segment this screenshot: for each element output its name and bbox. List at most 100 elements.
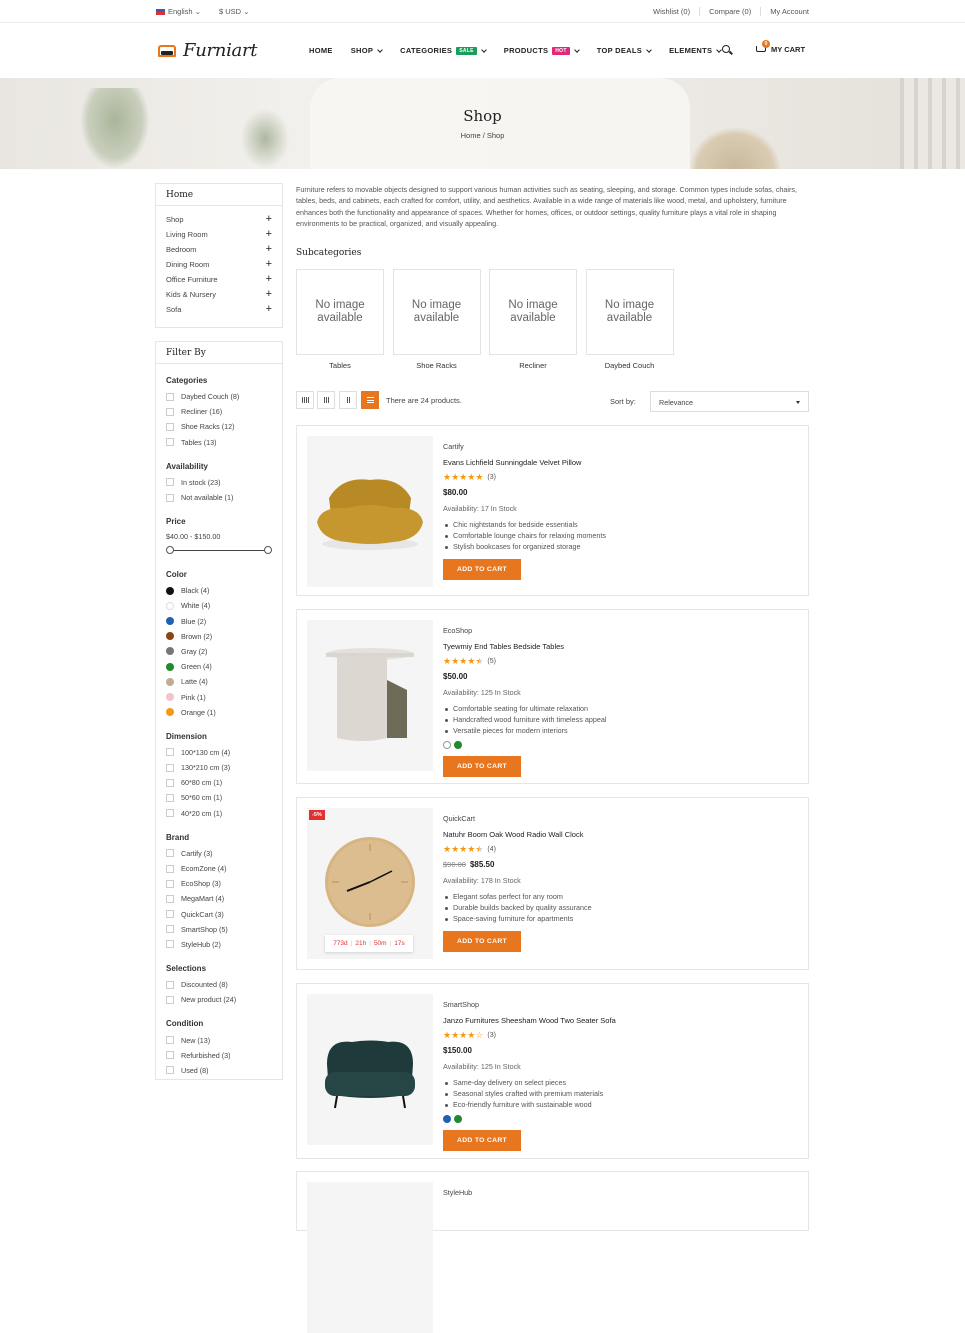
filter-option[interactable]: StyleHub (2) bbox=[166, 937, 272, 952]
filter-option[interactable]: Used (8) bbox=[166, 1063, 272, 1078]
add-to-cart-button[interactable]: ADD TO CART bbox=[443, 559, 521, 580]
sidebar-category-item[interactable]: Dining Room + bbox=[166, 257, 272, 272]
filter-option[interactable]: Brown (2) bbox=[166, 629, 272, 644]
filter-checkbox[interactable] bbox=[166, 493, 174, 502]
filter-option[interactable]: 130*210 cm (3) bbox=[166, 760, 272, 775]
filter-checkbox[interactable] bbox=[166, 864, 174, 873]
filter-option[interactable]: New (13) bbox=[166, 1032, 272, 1047]
product-name[interactable]: Janzo Furnitures Sheesham Wood Two Seate… bbox=[443, 1016, 793, 1025]
add-to-cart-button[interactable]: ADD TO CART bbox=[443, 931, 521, 952]
sidebar-category-item[interactable]: Office Furniture + bbox=[166, 272, 272, 287]
my-account-link[interactable]: My Account bbox=[761, 7, 809, 16]
currency-selector[interactable]: $ USD ⌄ bbox=[219, 7, 249, 16]
filter-checkbox[interactable] bbox=[166, 392, 174, 401]
filter-option[interactable]: Daybed Couch (8) bbox=[166, 389, 272, 404]
filter-checkbox[interactable] bbox=[166, 809, 174, 818]
filter-option[interactable]: Tables (13) bbox=[166, 435, 272, 450]
filter-option[interactable]: Refurbished (3) bbox=[166, 1048, 272, 1063]
color-swatch[interactable] bbox=[443, 741, 451, 749]
grid-4-view-button[interactable] bbox=[296, 391, 314, 409]
filter-checkbox[interactable] bbox=[166, 778, 174, 787]
filter-option[interactable]: MegaMart (4) bbox=[166, 891, 272, 906]
filter-option[interactable]: Pink (1) bbox=[166, 689, 272, 704]
filter-checkbox[interactable] bbox=[166, 1051, 174, 1060]
filter-option[interactable]: Shoe Racks (12) bbox=[166, 419, 272, 434]
filter-checkbox[interactable] bbox=[166, 910, 174, 919]
product-name[interactable]: Natuhr Boom Oak Wood Radio Wall Clock bbox=[443, 830, 793, 839]
color-swatch[interactable] bbox=[443, 1115, 451, 1123]
grid-3-view-button[interactable] bbox=[317, 391, 335, 409]
filter-checkbox[interactable] bbox=[166, 980, 174, 989]
filter-checkbox[interactable] bbox=[166, 940, 174, 949]
filter-checkbox[interactable] bbox=[166, 995, 174, 1004]
sidebar-category-item[interactable]: Bedroom + bbox=[166, 242, 272, 257]
plus-icon[interactable]: + bbox=[266, 229, 272, 240]
product-image[interactable] bbox=[307, 620, 433, 771]
filter-option[interactable]: SmartShop (5) bbox=[166, 922, 272, 937]
logo[interactable]: Furniart bbox=[156, 40, 258, 61]
grid-2-view-button[interactable] bbox=[339, 391, 357, 409]
compare-link[interactable]: Compare (0) bbox=[700, 7, 762, 16]
plus-icon[interactable]: + bbox=[266, 214, 272, 225]
filter-checkbox[interactable] bbox=[166, 894, 174, 903]
product-brand[interactable]: StyleHub bbox=[443, 1188, 793, 1197]
sidebar-category-item[interactable]: Kids & Nursery + bbox=[166, 287, 272, 302]
product-brand[interactable]: QuickCart bbox=[443, 814, 793, 823]
product-brand[interactable]: Cartify bbox=[443, 442, 793, 451]
sort-select[interactable]: Relevance bbox=[650, 391, 809, 412]
filter-checkbox[interactable] bbox=[166, 478, 174, 487]
product-brand[interactable]: SmartShop bbox=[443, 1000, 793, 1009]
filter-checkbox[interactable] bbox=[166, 407, 174, 416]
breadcrumb[interactable]: Home / Shop bbox=[0, 131, 965, 140]
color-swatch[interactable] bbox=[454, 1115, 462, 1123]
product-brand[interactable]: EcoShop bbox=[443, 626, 793, 635]
filter-option[interactable]: 60*80 cm (1) bbox=[166, 775, 272, 790]
filter-option[interactable]: Cartify (3) bbox=[166, 846, 272, 861]
filter-option[interactable]: Discounted (8) bbox=[166, 977, 272, 992]
filter-checkbox[interactable] bbox=[166, 422, 174, 431]
subcategory-card[interactable]: No image available Tables bbox=[296, 269, 384, 370]
product-image[interactable] bbox=[307, 436, 433, 587]
filter-option[interactable]: 100*130 cm (4) bbox=[166, 745, 272, 760]
filter-checkbox[interactable] bbox=[166, 763, 174, 772]
filter-option[interactable]: Not available (1) bbox=[166, 490, 272, 505]
filter-option[interactable]: Orange (1) bbox=[166, 705, 272, 720]
plus-icon[interactable]: + bbox=[266, 244, 272, 255]
nav-item-home[interactable]: HOME bbox=[309, 46, 333, 55]
plus-icon[interactable]: + bbox=[266, 274, 272, 285]
add-to-cart-button[interactable]: ADD TO CART bbox=[443, 756, 521, 777]
nav-item-top-deals[interactable]: TOP DEALS bbox=[597, 46, 652, 55]
cart-button[interactable]: 0 MY CART bbox=[754, 40, 805, 55]
product-image[interactable]: -5% 773d | 21h | 50m | 17s bbox=[307, 808, 433, 959]
subcategory-card[interactable]: No image available Shoe Racks bbox=[392, 269, 481, 370]
product-name[interactable]: Tyewmiy End Tables Bedside Tables bbox=[443, 642, 793, 651]
language-selector[interactable]: English ⌄ bbox=[156, 7, 201, 16]
filter-option[interactable]: 50*60 cm (1) bbox=[166, 790, 272, 805]
color-swatch[interactable] bbox=[454, 741, 462, 749]
sidebar-category-item[interactable]: Sofa + bbox=[166, 302, 272, 317]
filter-checkbox[interactable] bbox=[166, 849, 174, 858]
filter-checkbox[interactable] bbox=[166, 1066, 174, 1075]
product-image[interactable] bbox=[307, 1182, 433, 1333]
nav-item-shop[interactable]: SHOP bbox=[351, 46, 384, 55]
plus-icon[interactable]: + bbox=[266, 259, 272, 270]
slider-min-handle[interactable] bbox=[166, 546, 174, 555]
search-icon[interactable] bbox=[722, 45, 733, 56]
filter-option[interactable]: Blue (2) bbox=[166, 614, 272, 629]
filter-option[interactable]: 40*20 cm (1) bbox=[166, 806, 272, 821]
sidebar-category-item[interactable]: Shop + bbox=[166, 212, 272, 227]
subcategory-card[interactable]: No image available Recliner bbox=[489, 269, 577, 370]
list-view-button[interactable] bbox=[361, 391, 379, 409]
filter-option[interactable]: Black (4) bbox=[166, 583, 272, 598]
nav-item-categories[interactable]: CATEGORIES SALE bbox=[400, 46, 487, 55]
nav-item-products[interactable]: PRODUCTS HOT bbox=[504, 46, 580, 55]
product-name[interactable]: Evans Lichfield Sunningdale Velvet Pillo… bbox=[443, 458, 793, 467]
filter-option[interactable]: Gray (2) bbox=[166, 644, 272, 659]
filter-checkbox[interactable] bbox=[166, 438, 174, 447]
filter-option[interactable]: White (4) bbox=[166, 598, 272, 613]
wishlist-link[interactable]: Wishlist (0) bbox=[644, 7, 701, 16]
filter-checkbox[interactable] bbox=[166, 748, 174, 757]
filter-checkbox[interactable] bbox=[166, 879, 174, 888]
filter-checkbox[interactable] bbox=[166, 1036, 174, 1045]
add-to-cart-button[interactable]: ADD TO CART bbox=[443, 1130, 521, 1151]
